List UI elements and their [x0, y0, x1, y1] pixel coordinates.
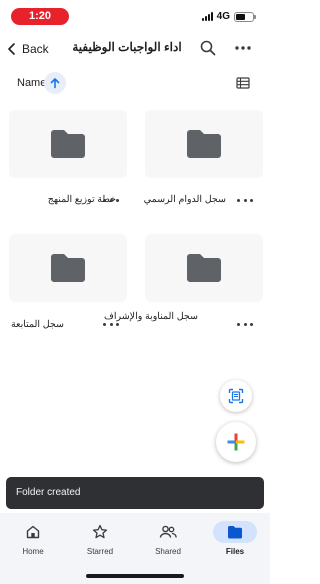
page-title: اداء الواجبات الوظيفية — [72, 40, 182, 54]
battery-level — [236, 13, 245, 20]
nav-files[interactable]: Files — [205, 521, 265, 565]
folder-thumbnail[interactable] — [9, 234, 127, 302]
list-view-icon — [236, 77, 250, 89]
list-view-button[interactable] — [236, 76, 250, 90]
folder-thumbnail[interactable] — [145, 110, 263, 178]
folder-name[interactable]: سجل المناوبة والإشراف — [92, 310, 198, 323]
battery-icon — [234, 11, 256, 22]
snackbar-text: Folder created — [16, 487, 81, 498]
folder-thumbnail[interactable] — [9, 110, 127, 178]
home-icon — [26, 525, 40, 539]
folder-name[interactable]: سجل الدوام الرسمي — [118, 193, 226, 206]
folder-more-button[interactable] — [237, 195, 253, 205]
signal-icon — [201, 12, 213, 21]
back-label: Back — [22, 42, 49, 56]
snackbar: Folder created — [6, 477, 264, 509]
scan-button[interactable] — [220, 380, 252, 412]
sort-row: Name — [0, 70, 270, 96]
shared-icon — [159, 525, 177, 538]
nav-home[interactable]: Home — [3, 521, 63, 565]
new-button[interactable] — [216, 422, 256, 462]
search-icon — [200, 40, 216, 56]
nav-shared-label: Shared — [155, 547, 181, 556]
status-time: 1:20 — [11, 8, 69, 25]
status-bar: 1:20 4G — [0, 0, 270, 34]
folder-more-button[interactable] — [103, 195, 119, 205]
home-indicator — [86, 574, 184, 578]
network-type: 4G — [216, 11, 230, 22]
nav-starred-label: Starred — [86, 547, 114, 556]
back-button[interactable]: Back — [6, 38, 49, 60]
folder-thumbnail[interactable] — [145, 234, 263, 302]
top-app-bar: Back اداء الواجبات الوظيفية — [0, 34, 270, 64]
more-options-button[interactable] — [232, 38, 254, 58]
folder-icon — [187, 130, 221, 158]
folder-icon — [187, 254, 221, 282]
plus-icon — [227, 433, 245, 451]
status-indicators: 4G — [201, 11, 256, 22]
folder-more-button[interactable] — [237, 319, 253, 329]
scan-icon — [228, 388, 244, 404]
sort-direction-button[interactable] — [44, 72, 66, 94]
folder-name[interactable]: سجل المتابعة — [0, 318, 64, 331]
arrow-up-icon — [50, 78, 60, 89]
folder-icon — [51, 254, 85, 282]
nav-files-label: Files — [225, 547, 245, 556]
more-horizontal-icon — [235, 46, 251, 50]
sort-by-name[interactable]: Name — [17, 77, 46, 89]
search-button[interactable] — [198, 38, 218, 58]
folder-name[interactable]: خطة توزيع المنهج — [8, 193, 116, 206]
nav-home-label: Home — [22, 547, 44, 556]
nav-shared[interactable]: Shared — [138, 521, 198, 565]
chevron-left-icon — [8, 43, 15, 55]
nav-starred[interactable]: Starred — [70, 521, 130, 565]
folder-icon — [51, 130, 85, 158]
star-icon — [92, 524, 108, 539]
folder-icon — [228, 526, 242, 539]
